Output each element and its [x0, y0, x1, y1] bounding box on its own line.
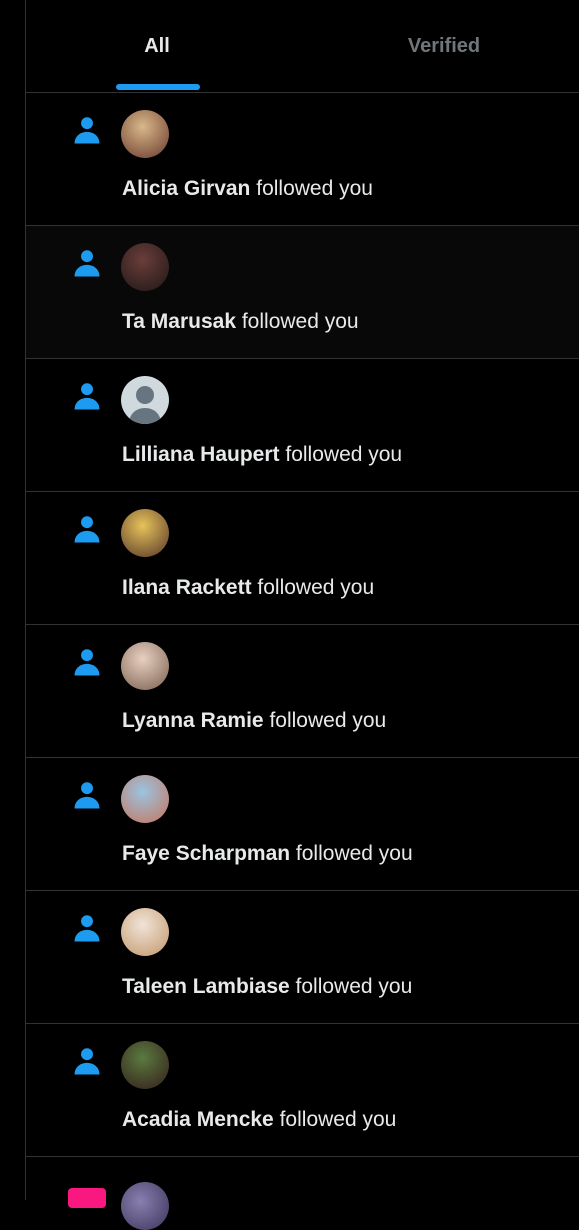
notification-row[interactable]: Ilana Rackett followed you [26, 492, 579, 625]
action-text: followed you [257, 576, 375, 599]
notification-row[interactable]: Lyanna Ramie followed you [26, 625, 579, 758]
user-name[interactable]: Alicia Girvan [122, 177, 250, 200]
notification-tabs: All Verified [26, 0, 579, 93]
notification-text: Ilana Rackett followed you [122, 576, 374, 600]
action-text: followed you [256, 177, 373, 200]
user-name[interactable]: Lyanna Ramie [122, 709, 264, 732]
person-icon [70, 113, 104, 147]
avatar[interactable] [121, 775, 169, 823]
action-text: followed you [269, 709, 387, 732]
notification-text: Faye Scharpman followed you [122, 842, 413, 866]
action-text: followed you [279, 1108, 397, 1131]
avatar[interactable] [121, 1182, 169, 1230]
avatar[interactable] [121, 110, 169, 158]
person-icon [70, 512, 104, 546]
user-name[interactable]: Ta Marusak [122, 310, 236, 333]
person-icon [70, 645, 104, 679]
action-text: followed you [295, 842, 413, 865]
notification-row-partial[interactable] [26, 1162, 579, 1230]
user-name[interactable]: Faye Scharpman [122, 842, 290, 865]
notification-text: Ta Marusak followed you [122, 310, 359, 334]
avatar[interactable] [121, 376, 169, 424]
notification-row[interactable]: Lilliana Haupert followed you [26, 359, 579, 492]
notification-text: Lyanna Ramie followed you [122, 709, 386, 733]
avatar[interactable] [121, 509, 169, 557]
notification-list: Alicia Girvan followed you Ta Marusak fol… [26, 93, 579, 1157]
person-icon [70, 778, 104, 812]
avatar[interactable] [121, 243, 169, 291]
action-text: followed you [295, 975, 413, 998]
active-tab-indicator [116, 84, 200, 90]
person-icon [70, 1044, 104, 1078]
avatar[interactable] [121, 908, 169, 956]
video-icon [68, 1188, 106, 1208]
notification-row[interactable]: Taleen Lambiase followed you [26, 891, 579, 1024]
notification-text: Alicia Girvan followed you [122, 177, 373, 201]
notification-text: Lilliana Haupert followed you [122, 443, 402, 467]
notification-text: Taleen Lambiase followed you [122, 975, 412, 999]
avatar[interactable] [121, 1041, 169, 1089]
notification-row[interactable]: Ta Marusak followed you [26, 226, 579, 359]
person-icon [70, 911, 104, 945]
user-name[interactable]: Acadia Mencke [122, 1108, 274, 1131]
user-name[interactable]: Lilliana Haupert [122, 443, 280, 466]
notification-row[interactable]: Faye Scharpman followed you [26, 758, 579, 891]
tab-all[interactable]: All [86, 0, 228, 92]
notification-row[interactable]: Alicia Girvan followed you [26, 93, 579, 226]
notification-row[interactable]: Acadia Mencke followed you [26, 1024, 579, 1157]
action-text: followed you [241, 310, 359, 333]
tab-verified[interactable]: Verified [364, 0, 524, 92]
user-name[interactable]: Taleen Lambiase [122, 975, 290, 998]
person-icon [70, 246, 104, 280]
user-name[interactable]: Ilana Rackett [122, 576, 252, 599]
notification-text: Acadia Mencke followed you [122, 1108, 396, 1132]
action-text: followed you [285, 443, 403, 466]
avatar[interactable] [121, 642, 169, 690]
person-icon [70, 379, 104, 413]
